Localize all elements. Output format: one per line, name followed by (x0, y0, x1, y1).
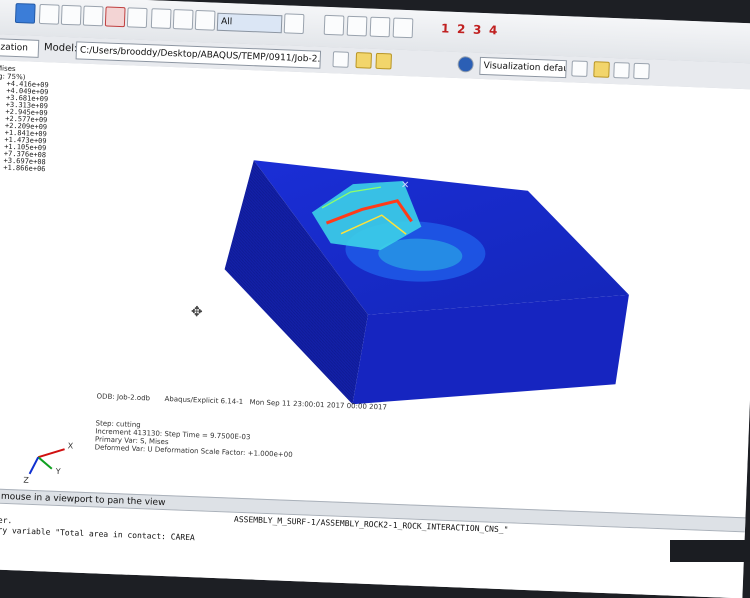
pan-icon[interactable] (38, 3, 60, 25)
zoom-icon[interactable] (82, 5, 104, 27)
view-right-icon[interactable] (392, 17, 414, 39)
lighting-icon[interactable] (593, 61, 610, 78)
select-icon[interactable] (194, 9, 216, 31)
view-manager-icon[interactable] (150, 8, 172, 29)
copy-icon[interactable] (283, 13, 305, 35)
cube-wire-icon[interactable] (375, 52, 393, 70)
grid-icon[interactable] (633, 62, 650, 80)
view-2-button[interactable]: 2 (457, 22, 466, 36)
triad-z-label: Z (23, 475, 30, 485)
display-group-select[interactable]: All (216, 12, 283, 34)
cycle-icon[interactable] (126, 7, 148, 29)
model-label: Model: (43, 42, 78, 55)
magnify-icon[interactable] (60, 4, 82, 26)
shading-icon[interactable] (613, 61, 630, 79)
message-line: History variable "Total area in contact:… (0, 524, 196, 543)
contour-legend: S, Mises (Avg: 75%) +4.416e+09+4.049e+09… (0, 64, 65, 174)
cursor-marker-icon: ✕ (401, 180, 410, 191)
render-style-icon[interactable] (571, 60, 588, 77)
perspective-icon[interactable] (172, 9, 194, 30)
view-front-icon[interactable] (323, 14, 345, 36)
cube-icon[interactable] (355, 52, 373, 69)
open-odb-icon[interactable] (332, 51, 350, 68)
view-4-button[interactable]: 4 (489, 23, 498, 37)
message-line: /Viewer. (0, 514, 13, 526)
abaqus-window: All 1 2 3 4 ization Model: C:/Users/broo… (0, 0, 750, 598)
module-select[interactable]: ization (0, 38, 40, 58)
taskbar-tray (670, 540, 750, 562)
info-icon[interactable] (457, 56, 474, 73)
view-left-icon[interactable] (369, 16, 391, 38)
view-1-button[interactable]: 1 (441, 21, 450, 35)
visualization-defaults-select[interactable]: Visualization defaults (479, 56, 567, 79)
fit-icon[interactable] (104, 6, 126, 28)
view-back-icon[interactable] (346, 15, 368, 37)
move-cursor-icon: ✥ (191, 304, 204, 320)
triad-x-label: X (67, 441, 74, 451)
rotate-icon[interactable] (14, 2, 36, 24)
triad-y-label: Y (55, 466, 61, 477)
viewport[interactable]: ✕ ✥ X Y Z ODB: Job-2.odb Abaqus/Explicit… (0, 59, 750, 520)
view-3-button[interactable]: 3 (473, 23, 482, 37)
